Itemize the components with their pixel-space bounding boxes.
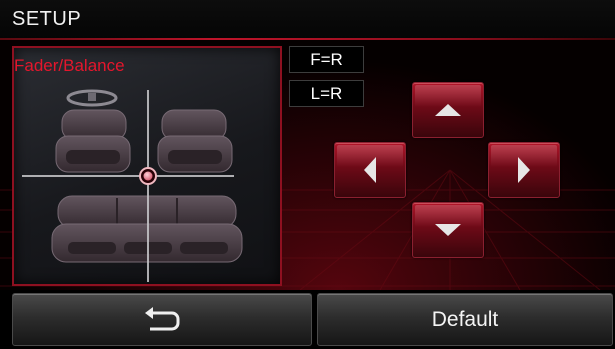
balance-left-button[interactable] <box>334 142 406 198</box>
button-gloss <box>415 85 481 107</box>
steering-wheel-icon <box>66 89 118 107</box>
fader-balance-position-marker[interactable] <box>139 167 157 185</box>
fader-rear-button[interactable] <box>412 202 484 258</box>
default-button[interactable]: Default <box>317 293 613 346</box>
default-button-label: Default <box>431 307 499 331</box>
driver-seat-icon <box>55 109 131 173</box>
return-icon <box>145 306 180 330</box>
button-gloss <box>415 205 481 227</box>
fader-status-badge: F=R <box>289 46 364 73</box>
button-gloss <box>337 145 403 167</box>
balance-right-button[interactable] <box>488 142 560 198</box>
balance-status-badge: L=R <box>289 80 364 107</box>
car-seats-diagram[interactable] <box>12 46 282 286</box>
setup-screen: SETUP Fader/Balance F=R L=R Default <box>0 0 615 349</box>
button-gloss <box>491 145 557 167</box>
page-title: SETUP <box>12 8 82 30</box>
passenger-seat-icon <box>157 109 233 173</box>
back-button[interactable] <box>12 293 312 346</box>
fader-front-button[interactable] <box>412 82 484 138</box>
header-bar: SETUP <box>0 0 615 38</box>
